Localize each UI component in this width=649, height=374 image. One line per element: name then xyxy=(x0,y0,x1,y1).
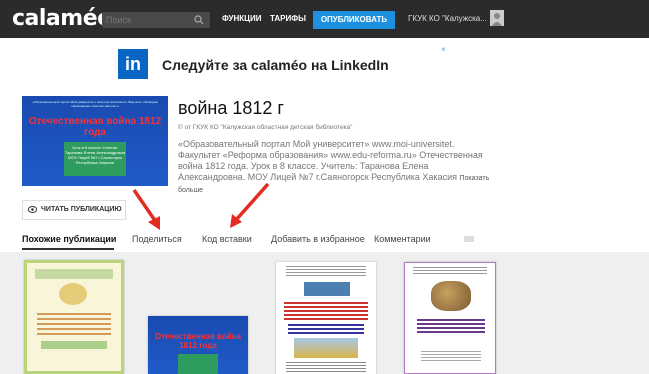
document-publisher[interactable]: © от ГКУК КО "Калужская областная детска… xyxy=(178,124,352,131)
publication-thumbnail[interactable] xyxy=(404,262,496,374)
thumb-header xyxy=(35,269,113,279)
search-input[interactable] xyxy=(106,12,186,28)
description-text: «Образовательный портал Мой университет»… xyxy=(178,139,483,182)
thumb-title-lines xyxy=(284,302,368,322)
user-name-menu[interactable]: ГКУК КО "Калужска... xyxy=(408,14,487,23)
cover-info-box: Урок в 8 классе Учитель: Таранова Елена … xyxy=(64,142,126,176)
thumb-globe-image xyxy=(431,281,471,311)
cover-header-text: «Образовательный портал Мой университет»… xyxy=(32,100,158,108)
thumb-header xyxy=(413,267,487,275)
tab-similar-publications[interactable]: Похожие публикации xyxy=(22,234,116,244)
search-box[interactable] xyxy=(102,12,210,28)
thumb-title: Отечественная война 1812 года xyxy=(155,332,241,350)
publication-thumbnail[interactable] xyxy=(24,260,124,374)
tab-more-indicator[interactable] xyxy=(464,236,474,242)
eye-icon xyxy=(28,206,37,213)
nav-tariffs-link[interactable]: ТАРИФЫ xyxy=(270,14,306,23)
thumb-image xyxy=(304,282,350,296)
thumb-text-lines xyxy=(421,351,481,363)
thumb-emblem xyxy=(59,283,87,305)
red-arrow-embed xyxy=(230,182,270,228)
document-title: война 1812 г xyxy=(178,98,284,118)
publish-button[interactable]: ОПУБЛИКОВАТЬ xyxy=(313,11,395,29)
avatar[interactable] xyxy=(490,10,504,26)
read-publication-button[interactable]: ЧИТАТЬ ПУБЛИКАЦИЮ xyxy=(22,200,126,220)
thumb-field-image xyxy=(294,338,358,358)
tab-share[interactable]: Поделиться xyxy=(132,234,182,244)
thumb-subtitle-lines xyxy=(288,324,364,334)
thumb-header xyxy=(286,266,366,278)
linkedin-logo: in xyxy=(118,49,148,79)
close-icon[interactable]: × xyxy=(441,45,446,54)
red-arrow-share xyxy=(132,189,160,230)
thumb-text-lines xyxy=(37,313,111,337)
calameo-logo[interactable]: calaméo xyxy=(12,6,112,31)
thumb-info-box xyxy=(178,354,218,374)
user-icon xyxy=(492,13,502,26)
publication-thumbnail[interactable] xyxy=(276,262,376,374)
ad-text: Следуйте за calaméo на LinkedIn xyxy=(162,57,389,73)
thumb-title-lines xyxy=(417,319,485,333)
read-button-label: ЧИТАТЬ ПУБЛИКАЦИЮ xyxy=(41,206,122,213)
search-icon[interactable] xyxy=(194,15,204,25)
document-cover[interactable]: «Образовательный портал Мой университет»… xyxy=(22,96,168,186)
active-tab-underline xyxy=(22,248,114,250)
cover-title: Отечественная война 1812 года xyxy=(28,116,162,138)
top-navigation-bar: calaméo ФУНКЦИИ ТАРИФЫ ОПУБЛИКОВАТЬ ГКУК… xyxy=(0,0,649,38)
tab-add-favorite[interactable]: Добавить в избранное xyxy=(271,234,365,244)
thumb-footer xyxy=(41,341,107,349)
linkedin-ad-banner[interactable]: in Следуйте за calaméo на LinkedIn × xyxy=(118,45,458,85)
nav-features-link[interactable]: ФУНКЦИИ xyxy=(222,14,262,23)
thumb-text-lines xyxy=(286,362,366,372)
similar-publications-gallery: Отечественная война 1812 года xyxy=(0,252,649,374)
tab-embed-code[interactable]: Код вставки xyxy=(202,234,252,244)
publication-thumbnail[interactable]: Отечественная война 1812 года xyxy=(148,316,248,374)
tab-comments[interactable]: Комментарии xyxy=(374,234,431,244)
